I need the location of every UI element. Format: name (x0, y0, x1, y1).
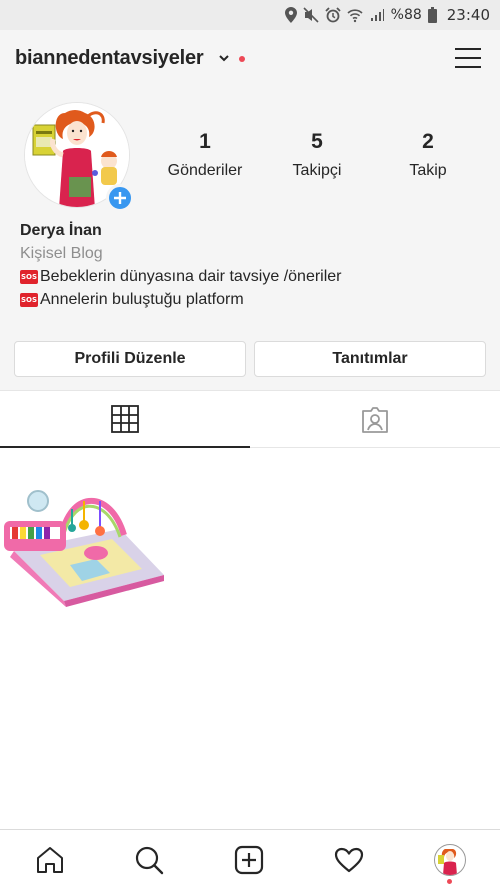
play-gym-image (4, 490, 164, 607)
stat-following[interactable]: 2 Takip (373, 130, 483, 180)
menu-icon[interactable] (455, 47, 481, 69)
home-icon[interactable] (34, 844, 66, 876)
edit-profile-button[interactable]: Profili Düzenle (14, 341, 246, 377)
clock: 23:40 (446, 6, 490, 24)
profile-avatar[interactable] (434, 844, 466, 876)
add-story-button[interactable] (106, 184, 134, 212)
signal-icon (370, 9, 384, 21)
notification-dot (447, 879, 452, 884)
full-name: Derya İnan (20, 222, 102, 239)
bio-text: Bebeklerin dünyasına dair tavsiye /öneri… (40, 268, 342, 285)
alarm-icon (325, 7, 341, 23)
bottom-navigation (0, 829, 500, 888)
bio-text: Annelerin buluştuğu platform (40, 291, 244, 308)
profile-tabs (0, 390, 500, 448)
promotions-button[interactable]: Tanıtımlar (254, 341, 486, 377)
following-count: 2 (422, 130, 434, 153)
sos-emoji: SOS (20, 293, 38, 307)
chevron-down-icon[interactable] (218, 52, 230, 64)
wifi-icon (347, 9, 363, 23)
status-bar: %88 23:40 (0, 0, 500, 30)
followers-label: Takipçi (292, 162, 342, 179)
tab-grid[interactable] (0, 391, 250, 448)
battery-percentage: %88 (390, 7, 422, 23)
stat-posts[interactable]: 1 Gönderiler (150, 130, 260, 180)
post-thumbnail[interactable] (0, 465, 166, 615)
add-icon[interactable] (233, 844, 265, 876)
battery-icon (427, 7, 437, 23)
followers-count: 5 (311, 130, 323, 153)
location-icon (284, 7, 297, 23)
posts-grid (0, 449, 500, 829)
following-label: Takip (409, 162, 447, 179)
profile-header: biannedentavsiyeler (0, 30, 500, 88)
tab-tagged[interactable] (250, 391, 500, 448)
posts-count: 1 (199, 130, 211, 153)
plus-icon (114, 192, 126, 204)
notification-dot (239, 56, 245, 62)
tagged-icon (362, 406, 388, 433)
grid-icon (111, 404, 139, 433)
username[interactable]: biannedentavsiyeler (15, 47, 204, 70)
bio-line: SOS Bebeklerin dünyasına dair tavsiye /ö… (20, 268, 342, 286)
heart-icon[interactable] (333, 844, 365, 876)
bio-line: SOS Annelerin buluştuğu platform (20, 291, 244, 309)
profile-section: 1 Gönderiler 5 Takipçi 2 Takip Derya İna… (0, 88, 500, 390)
avatar-illustration (438, 849, 457, 875)
stat-followers[interactable]: 5 Takipçi (262, 130, 372, 180)
mute-icon (303, 7, 319, 23)
posts-label: Gönderiler (167, 162, 243, 179)
search-icon[interactable] (133, 844, 165, 876)
account-category: Kişisel Blog (20, 245, 103, 262)
sos-emoji: SOS (20, 270, 38, 284)
